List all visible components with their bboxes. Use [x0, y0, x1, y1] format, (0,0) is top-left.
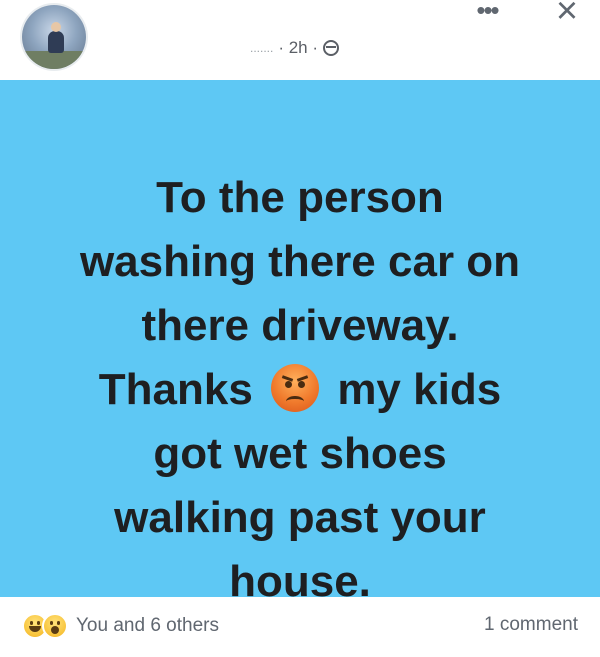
post-line-5: got wet shoes	[153, 429, 447, 478]
avatar-head	[51, 22, 61, 32]
emoji-mouth	[286, 396, 305, 407]
post-footer: You and 6 others 1 comment	[0, 597, 600, 657]
wow-mouth	[51, 626, 59, 634]
globe-icon	[323, 40, 340, 56]
reactions-text[interactable]: You and 6 others	[76, 615, 219, 637]
haha-left-eye	[30, 621, 33, 625]
wow-left-eye	[50, 621, 53, 625]
emoji-right-eye	[298, 381, 306, 388]
wow-right-eye	[57, 621, 60, 625]
post-line-3: there driveway.	[141, 301, 459, 350]
haha-mouth	[29, 626, 41, 632]
emoji-left-eye	[285, 381, 293, 388]
post-line-2: washing there car on	[79, 237, 521, 286]
reactions-summary[interactable]: You and 6 others	[22, 613, 219, 639]
profile-avatar[interactable]	[22, 5, 86, 69]
post-line-4-start: Thanks	[98, 365, 253, 414]
post-header: ....... · 2h · ••• ×	[0, 0, 600, 78]
close-icon[interactable]: ×	[550, 0, 584, 30]
post-line-4-end: my kids	[337, 365, 502, 414]
haha-right-eye	[37, 621, 40, 625]
comment-count[interactable]: 1 comment	[484, 614, 578, 636]
more-horizontal-icon[interactable]: •••	[470, 0, 504, 26]
avatar-figure	[48, 31, 64, 53]
avatar-ground	[22, 51, 86, 69]
post-meta: ....... · 2h ·	[250, 38, 340, 58]
wow-icon	[42, 613, 68, 639]
post-timestamp[interactable]: · 2h ·	[278, 38, 318, 58]
post-content: To the person washing there car on there…	[0, 80, 600, 597]
post-text: To the person washing there car on there…	[0, 166, 600, 597]
author-name-redacted[interactable]: .......	[250, 41, 273, 55]
post-line-7: house.	[229, 557, 371, 597]
angry-face-emoji	[271, 364, 320, 412]
post-line-4: Thanks my kids	[0, 358, 600, 422]
post-line-6: walking past your	[114, 493, 486, 542]
post-line-1: To the person	[156, 173, 444, 222]
